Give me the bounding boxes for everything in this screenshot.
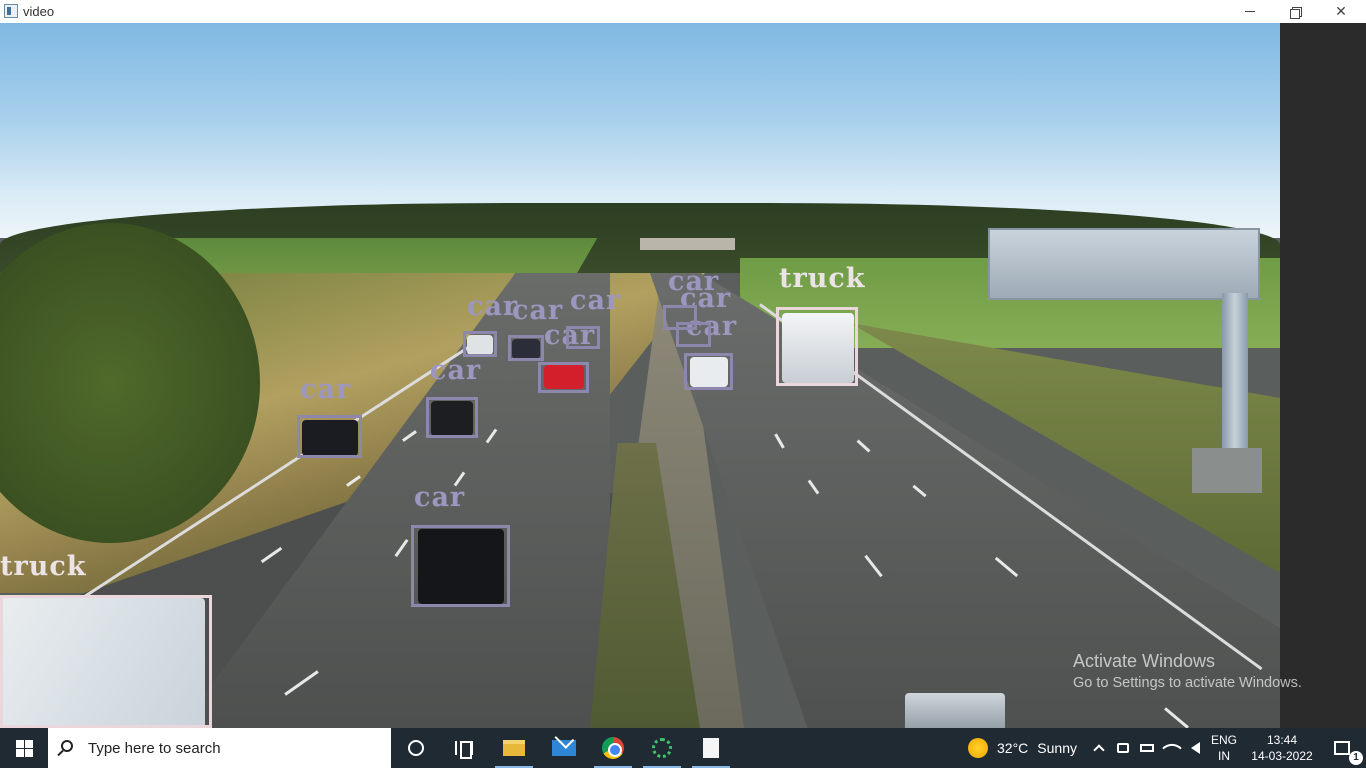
detection-label-car: car [300,374,352,405]
detection-box-car [411,525,510,607]
minimize-button[interactable] [1227,0,1273,23]
weather-temperature: 32°C [997,740,1029,756]
battery-icon [1140,744,1154,752]
detection-box-car [663,305,697,330]
detection-label-car: car [467,291,519,322]
taskbar-search[interactable]: Type here to search [48,728,391,768]
chrome-icon [602,737,624,759]
windows-logo-icon [15,739,33,757]
action-center-button[interactable]: 1 [1318,728,1366,768]
weather-condition: Sunny [1037,740,1077,756]
detection-label-car: car [570,285,622,316]
folder-icon [503,740,525,756]
weather-widget[interactable]: 32°C Sunny [968,728,1077,768]
task-view-icon [455,741,473,759]
taskbar-chrome[interactable] [590,728,636,768]
detection-box-car [426,397,478,438]
detection-box-car [566,326,600,349]
input-language[interactable]: ENG IN [1206,728,1242,768]
start-button[interactable] [0,728,48,768]
loading-app-icon [652,738,672,758]
gantry-base [1192,448,1262,493]
sign-gantry [988,228,1260,300]
minimize-icon [1245,11,1255,12]
detection-label-car: car [414,482,466,513]
meet-now-button[interactable] [1113,728,1133,768]
clock-time: 13:44 [1266,733,1298,747]
cortana-icon [408,740,424,756]
clock-date: 14-03-2022 [1251,749,1313,763]
cortana-button[interactable] [396,728,436,768]
distant-bridge [640,238,735,250]
speaker-icon [1190,742,1200,754]
system-clock[interactable]: 13:44 14-03-2022 [1246,728,1318,768]
detection-label-car: car [512,295,564,326]
language-code: ENG [1210,733,1237,747]
mail-icon [552,740,576,756]
search-placeholder: Type here to search [88,740,221,757]
detection-box-car [508,335,544,361]
detection-label-car: car [430,355,482,386]
detection-box-car [463,331,497,357]
window-titlebar: video ✕ [0,0,1366,23]
video-frame: truck truck car car car car car car car car car car [0,23,1280,728]
show-hidden-icons-button[interactable] [1090,728,1108,768]
chevron-up-icon [1093,744,1105,756]
wifi-icon [1162,738,1182,758]
restore-icon [1290,6,1302,19]
camera-icon [1117,743,1129,753]
network-status[interactable] [1161,728,1183,768]
detection-label-truck: truck [0,551,87,582]
document-icon [703,738,719,758]
notification-badge: 1 [1349,751,1363,765]
window-title: video [23,4,55,19]
detection-label-truck: truck [779,263,866,294]
search-icon [61,740,73,752]
taskbar-notepad[interactable] [688,728,734,768]
vehicle [905,693,1005,728]
watermark-subtitle: Go to Settings to activate Windows. [1073,675,1302,691]
volume-control[interactable] [1184,728,1206,768]
taskbar-mail[interactable] [541,728,587,768]
close-button[interactable]: ✕ [1318,0,1364,23]
task-view-button[interactable] [444,728,484,768]
watermark-title: Activate Windows [1073,651,1216,671]
activation-watermark: Activate Windows Go to Settings to activ… [1073,651,1302,691]
detection-box-truck [0,595,212,728]
taskbar-file-explorer[interactable] [491,728,537,768]
detection-box-car [297,415,362,458]
notification-icon: 1 [1334,741,1363,765]
sun-icon [968,738,988,758]
restore-button[interactable] [1272,0,1318,23]
taskbar: Type here to search 32°C Sunny ENG IN 13… [0,728,1366,768]
detection-label-car: car [668,266,720,297]
language-region: IN [1218,749,1230,763]
window-margin [1280,23,1366,728]
battery-status[interactable] [1137,728,1157,768]
taskbar-app-loader[interactable] [639,728,685,768]
detection-box-car [684,353,733,390]
detection-box-truck [776,307,858,386]
close-icon: ✕ [1335,3,1347,19]
detection-box-car [538,362,589,393]
app-window-icon [4,4,18,18]
